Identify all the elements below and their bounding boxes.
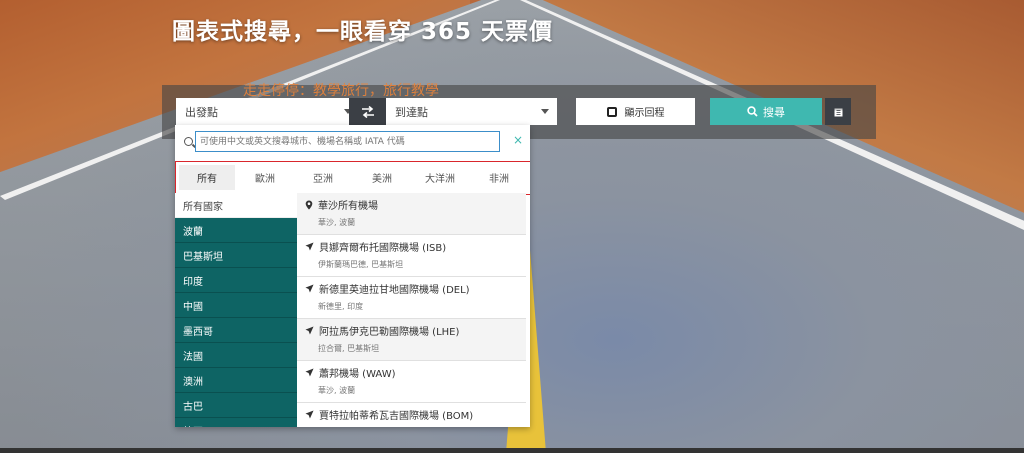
tab-region-asia[interactable]: 亞洲 <box>295 165 351 190</box>
airport-name: 新德里英迪拉甘地國際機場 (DEL) <box>319 285 470 296</box>
search-button[interactable]: 搜尋 <box>710 98 822 125</box>
list-item[interactable]: 蕭邦機場 (WAW) 華沙, 波蘭 <box>297 361 526 403</box>
list-item[interactable]: 貝娜齊爾布托國際機場 (ISB) 伊斯蘭瑪巴德, 巴基斯坦 <box>297 235 526 277</box>
list-item[interactable]: 阿拉馬伊克巴勒國際機場 (LHE) 拉合爾, 巴基斯坦 <box>297 319 526 361</box>
plane-icon <box>305 410 314 419</box>
plane-icon <box>305 284 314 293</box>
destination-label: 到達點 <box>395 105 428 119</box>
country-item[interactable]: 波蘭 <box>175 218 297 243</box>
origin-dropdown-panel: × 所有 歐洲 亞洲 美洲 大洋洲 非洲 所有國家 波蘭 巴基斯坦 印度 中國 … <box>175 125 530 427</box>
country-item[interactable]: 法國 <box>175 343 297 368</box>
tab-region-oceania[interactable]: 大洋洲 <box>412 165 468 190</box>
country-item[interactable]: 中國 <box>175 293 297 318</box>
list-item[interactable]: 華沙所有機場 華沙, 波蘭 <box>297 193 526 235</box>
airport-name: 賈特拉帕蒂希瓦吉國際機場 (BOM) <box>319 411 474 422</box>
checkbox-icon <box>606 106 617 117</box>
map-pin-icon <box>305 200 313 209</box>
destination-select[interactable]: 到達點 <box>386 98 557 125</box>
swap-button[interactable] <box>349 98 386 125</box>
airport-name: 華沙所有機場 <box>318 201 378 212</box>
country-item[interactable]: 墨西哥 <box>175 318 297 343</box>
calendar-icon <box>834 108 842 116</box>
watermark-text: 走走停停：教學旅行，旅行教學 <box>243 83 439 99</box>
plane-icon <box>305 368 314 377</box>
airport-name: 貝娜齊爾布托國際機場 (ISB) <box>319 243 447 254</box>
origin-select[interactable]: 出發點 <box>176 98 360 125</box>
region-tabs: 所有 歐洲 亞洲 美洲 大洋洲 非洲 <box>175 161 530 195</box>
list-item[interactable]: 新德里英迪拉甘地國際機場 (DEL) 新德里, 印度 <box>297 277 526 319</box>
chevron-down-icon <box>541 109 549 114</box>
search-label: 搜尋 <box>763 105 785 119</box>
plane-icon <box>305 326 314 335</box>
country-item[interactable]: 韓國 <box>175 418 297 427</box>
tab-region-all[interactable]: 所有 <box>179 165 235 190</box>
country-item-all[interactable]: 所有國家 <box>175 193 297 218</box>
airport-location: 華沙, 波蘭 <box>318 218 356 227</box>
airport-location: 華沙, 波蘭 <box>318 386 356 395</box>
hero-title: 圖表式搜尋，一眼看穿 365 天票價 <box>172 19 554 45</box>
airport-list: 華沙所有機場 華沙, 波蘭 貝娜齊爾布托國際機場 (ISB) 伊斯蘭瑪巴德, 巴… <box>297 193 530 427</box>
list-item[interactable]: 賈特拉帕蒂希瓦吉國際機場 (BOM) <box>297 403 526 427</box>
search-icon <box>184 137 193 146</box>
search-icon <box>747 106 758 117</box>
airport-location: 新德里, 印度 <box>318 302 364 311</box>
country-item[interactable]: 巴基斯坦 <box>175 243 297 268</box>
roundtrip-toggle[interactable]: 顯示回程 <box>576 98 695 125</box>
country-item[interactable]: 澳洲 <box>175 368 297 393</box>
dropdown-search-row: × <box>175 125 530 159</box>
airport-search-input[interactable] <box>195 131 500 152</box>
airport-location: 拉合爾, 巴基斯坦 <box>318 344 380 353</box>
airport-name: 蕭邦機場 (WAW) <box>319 369 396 380</box>
airport-location: 伊斯蘭瑪巴德, 巴基斯坦 <box>318 260 404 269</box>
tab-region-africa[interactable]: 非洲 <box>471 165 527 190</box>
close-icon[interactable]: × <box>513 133 523 147</box>
bottom-bar <box>0 448 1024 453</box>
origin-label: 出發點 <box>185 105 218 119</box>
country-list: 所有國家 波蘭 巴基斯坦 印度 中國 墨西哥 法國 澳洲 古巴 韓國 <box>175 193 297 427</box>
tab-region-americas[interactable]: 美洲 <box>354 165 410 190</box>
plane-icon <box>305 242 314 251</box>
swap-arrows-icon <box>361 105 374 118</box>
airport-name: 阿拉馬伊克巴勒國際機場 (LHE) <box>319 327 460 338</box>
tab-region-europe[interactable]: 歐洲 <box>237 165 293 190</box>
roundtrip-label: 顯示回程 <box>624 108 665 119</box>
calendar-button[interactable] <box>825 98 851 125</box>
country-item[interactable]: 古巴 <box>175 393 297 418</box>
country-item[interactable]: 印度 <box>175 268 297 293</box>
